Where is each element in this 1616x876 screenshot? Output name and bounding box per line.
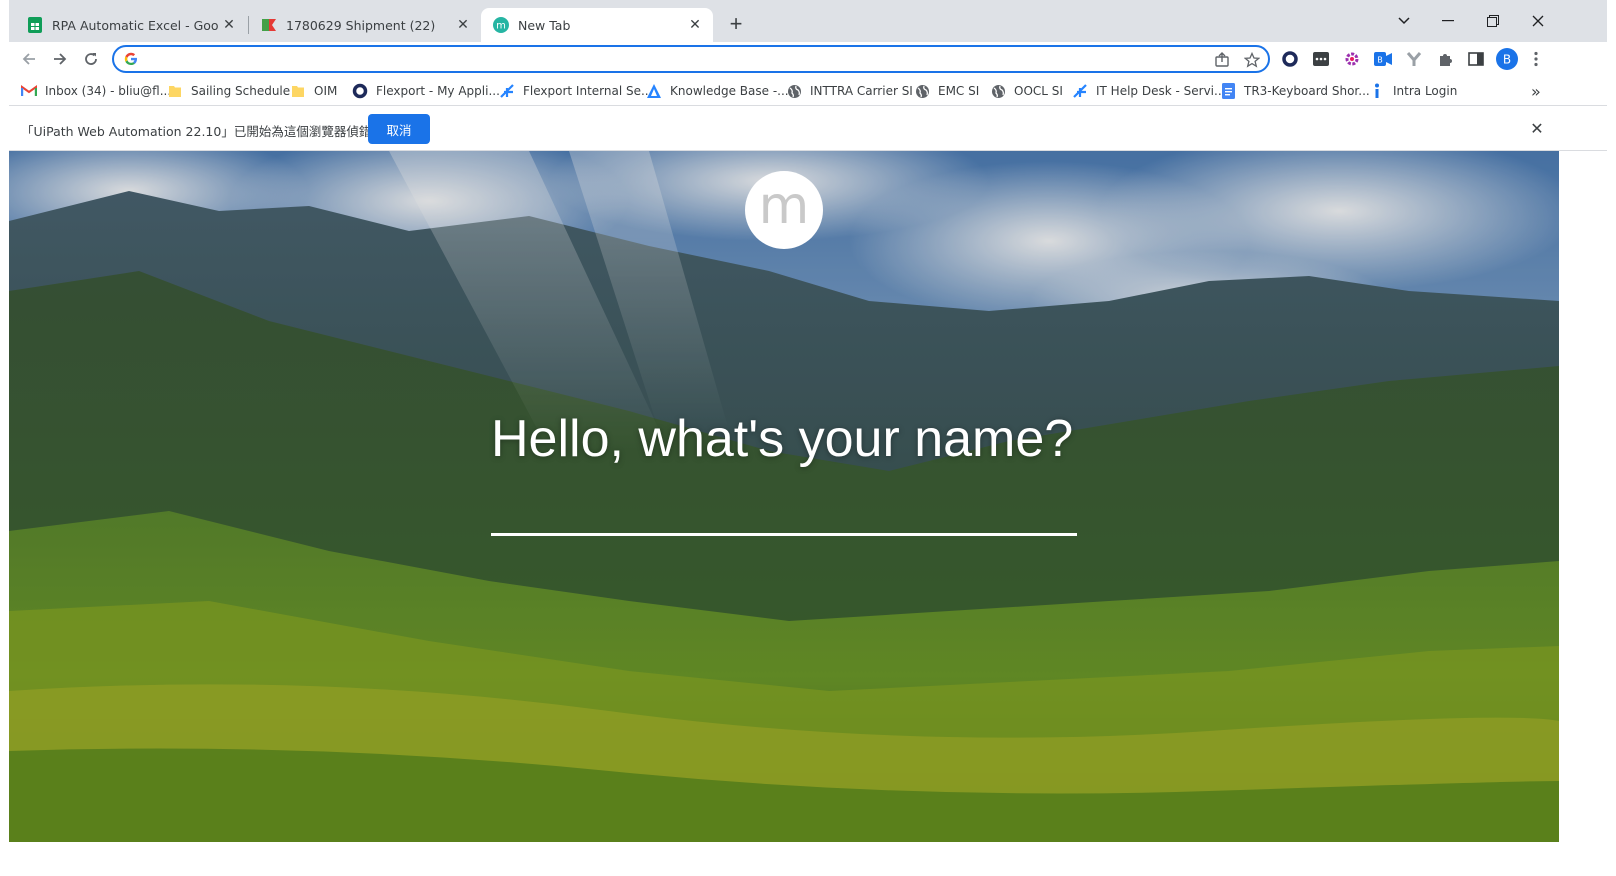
bookmark-label: Flexport Internal Se... — [523, 84, 653, 98]
svg-text:m: m — [496, 21, 506, 32]
side-panel-icon[interactable] — [1466, 49, 1486, 69]
bookmark-label: EMC SI — [938, 84, 980, 98]
okta-extension-icon[interactable] — [1280, 49, 1300, 69]
meet-extension-icon[interactable]: B — [1373, 49, 1393, 69]
tab-rpa-excel[interactable]: RPA Automatic Excel - Google Sh ✕ — [15, 8, 247, 42]
cancel-button[interactable]: 取消 — [368, 114, 430, 144]
close-window-button[interactable] — [1524, 10, 1552, 32]
globe-icon — [914, 83, 930, 99]
bookmark-label: Intra Login — [1393, 84, 1458, 98]
momentum-logo: m — [745, 171, 823, 249]
folder-icon — [167, 83, 183, 99]
gmail-icon — [21, 83, 37, 99]
omnibox-input[interactable] — [148, 50, 1188, 70]
okta-icon — [352, 83, 368, 99]
bookmark-label: OIM — [314, 84, 338, 98]
tab-strip: RPA Automatic Excel - Google Sh ✕ 178062… — [9, 0, 1607, 42]
bookmark-label: TR3-Keyboard Shor... — [1244, 84, 1370, 98]
debug-infobar: 「UiPath Web Automation 22.10」已開始為這個瀏覽器偵錯… — [9, 107, 1607, 151]
bookmark-emc-si[interactable]: EMC SI — [914, 81, 979, 101]
flexport-flag-icon — [261, 17, 277, 33]
password-manager-icon[interactable] — [1311, 49, 1331, 69]
forward-button[interactable] — [47, 46, 73, 72]
bookmark-it-help-desk[interactable]: IT Help Desk - Servi... — [1072, 81, 1225, 101]
bookmark-flexport-apps[interactable]: Flexport - My Appli... — [352, 81, 500, 101]
info-icon — [1369, 83, 1385, 99]
google-docs-icon — [1220, 83, 1236, 99]
bookmark-label: Flexport - My Appli... — [376, 84, 500, 98]
globe-icon — [990, 83, 1006, 99]
restore-button[interactable] — [1479, 10, 1507, 32]
minimize-button[interactable] — [1434, 10, 1462, 32]
google-sheets-icon — [27, 17, 43, 33]
bookmark-oim[interactable]: OIM — [290, 81, 337, 101]
bookmarks-overflow-chevron-icon[interactable]: » — [1531, 81, 1541, 101]
tab-shipment[interactable]: 1780629 Shipment (22) ✕ — [249, 8, 481, 42]
star-bookmark-icon[interactable] — [1242, 50, 1262, 70]
bookmark-inbox[interactable]: Inbox (34) - bliu@fl... — [21, 81, 171, 101]
tool-extension-icon[interactable] — [1404, 49, 1424, 69]
browser-toolbar: B B — [9, 42, 1607, 76]
bookmark-label: IT Help Desk - Servi... — [1096, 84, 1226, 98]
momentum-m-icon: m — [493, 17, 509, 33]
bookmark-label: Knowledge Base -... — [670, 84, 789, 98]
folder-icon — [290, 83, 306, 99]
bookmark-flexport-internal[interactable]: Flexport Internal Se... — [499, 81, 652, 101]
jira-icon — [1072, 83, 1088, 99]
tab-title: New Tab — [518, 17, 571, 33]
bookmarks-bar: Inbox (34) - bliu@fl... Sailing Schedule… — [9, 76, 1607, 106]
back-button[interactable] — [16, 46, 42, 72]
bookmark-sailing-schedule[interactable]: Sailing Schedule — [167, 81, 290, 101]
share-icon[interactable] — [1212, 50, 1232, 70]
bookmark-label: Sailing Schedule — [191, 84, 291, 98]
infobar-close-icon[interactable]: ✕ — [1527, 119, 1547, 139]
new-tab-button[interactable]: + — [725, 11, 747, 36]
bookmark-label: Inbox (34) - bliu@fl... — [45, 84, 172, 98]
google-g-icon — [124, 52, 138, 69]
bookmark-intra-login[interactable]: Intra Login — [1369, 81, 1457, 101]
browser-window: RPA Automatic Excel - Google Sh ✕ 178062… — [9, 0, 1607, 876]
bookmark-knowledge-base[interactable]: Knowledge Base -... — [646, 81, 789, 101]
tab-close-icon[interactable]: ✕ — [219, 15, 239, 35]
reload-button[interactable] — [78, 46, 104, 72]
profile-avatar[interactable]: B — [1495, 47, 1519, 71]
bookmark-tr3-keyboard[interactable]: TR3-Keyboard Shor... — [1220, 81, 1370, 101]
confluence-icon — [646, 83, 662, 99]
kebab-menu-icon[interactable] — [1526, 49, 1546, 69]
extensions-puzzle-icon[interactable] — [1435, 49, 1455, 69]
new-tab-page: m Hello, what's your name? — [9, 151, 1559, 842]
bookmark-label: OOCL SI — [1014, 84, 1063, 98]
name-input[interactable] — [491, 486, 1077, 536]
address-bar[interactable] — [112, 45, 1270, 73]
bookmark-label: INTTRA Carrier SI — [810, 84, 913, 98]
globe-icon — [786, 83, 802, 99]
tab-title: 1780629 Shipment (22) — [286, 17, 436, 33]
bookmark-oocl-si[interactable]: OOCL SI — [990, 81, 1063, 101]
tab-title: RPA Automatic Excel - Google Sh — [52, 17, 219, 33]
infobar-message: 「UiPath Web Automation 22.10」已開始為這個瀏覽器偵錯 — [21, 124, 372, 139]
svg-text:B: B — [1377, 56, 1383, 65]
tab-close-icon[interactable]: ✕ — [453, 15, 473, 35]
tab-new-tab[interactable]: m New Tab ✕ — [481, 8, 713, 42]
greeting-question: Hello, what's your name? — [491, 410, 1074, 468]
tab-close-icon[interactable]: ✕ — [685, 15, 705, 35]
extension-gear-icon[interactable] — [1342, 49, 1362, 69]
tab-search-icon[interactable] — [1390, 10, 1418, 32]
jira-icon — [499, 83, 515, 99]
bookmark-inttra-carrier[interactable]: INTTRA Carrier SI — [786, 81, 913, 101]
svg-text:B: B — [1503, 53, 1511, 67]
